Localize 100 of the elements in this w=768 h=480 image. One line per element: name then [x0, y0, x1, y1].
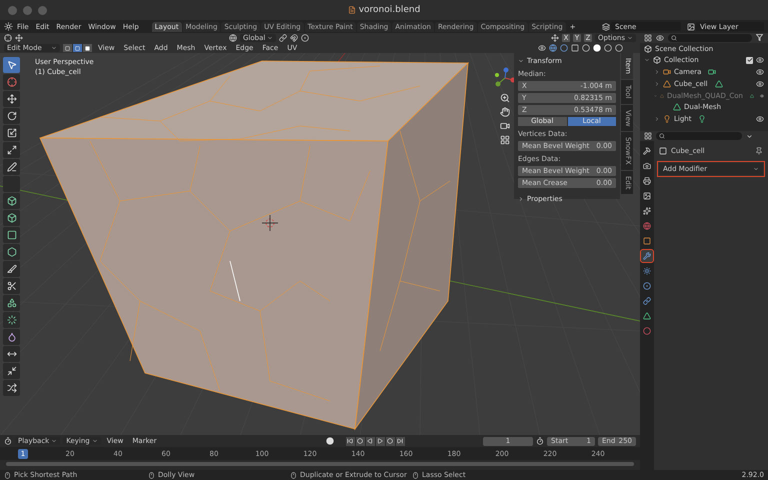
scissors-icon: [6, 281, 16, 291]
skip-back-icon: [347, 438, 354, 444]
hexagon-icon: [6, 247, 16, 257]
caret-icon: [92, 438, 98, 444]
previous-keyframe-button[interactable]: [356, 436, 365, 446]
document-icon: [348, 6, 356, 14]
caret-icon: [51, 438, 58, 444]
mesh-data-icon: [750, 92, 754, 100]
pointer-icon: [6, 60, 16, 70]
select-mode-button[interactable]: [63, 44, 72, 52]
display-mode-icon: [656, 34, 664, 42]
properties-tab[interactable]: [641, 190, 653, 202]
magnet-icon: [290, 34, 298, 42]
collection-icon: [653, 56, 661, 64]
properties-tab[interactable]: [641, 175, 653, 187]
transform-icon: [6, 145, 16, 155]
shapes-icon: [6, 298, 16, 308]
globe-icon: [643, 222, 651, 230]
material-shading-icon: [604, 44, 612, 52]
eye-icon[interactable]: [756, 80, 764, 88]
stopwatch-icon: [536, 437, 544, 445]
caret-icon: [51, 45, 57, 51]
hand-icon[interactable]: [500, 107, 510, 117]
keyframe-icon: [387, 438, 394, 444]
face-select-icon: [85, 46, 90, 50]
window-title: voronoi.blend: [358, 5, 420, 15]
mouse-icon: [290, 472, 297, 478]
play-button[interactable]: [376, 436, 385, 446]
search-icon: [659, 133, 665, 139]
properties-tab[interactable]: [641, 310, 653, 322]
pen-icon: [6, 162, 16, 172]
light-data-icon: [698, 115, 706, 124]
slide-icon: [6, 349, 16, 359]
vertex-select-icon: [65, 46, 70, 50]
solid-shading-icon: [593, 44, 601, 52]
editor-type-icon: [644, 34, 652, 42]
sphere-icon: [643, 327, 651, 335]
camera-icon[interactable]: [500, 121, 510, 131]
shrink-icon: [6, 366, 16, 376]
printer-icon: [643, 177, 651, 185]
play-reverse-button[interactable]: [366, 436, 375, 446]
caret-icon: [753, 166, 759, 172]
search-field[interactable]: [656, 132, 742, 140]
sparkles-icon: [643, 207, 651, 215]
cursor-icon: [6, 77, 16, 87]
wrench-icon: [643, 252, 651, 260]
next-keyframe-button[interactable]: [386, 436, 395, 446]
orientation-icon: [229, 34, 237, 42]
mouse-icon: [148, 472, 155, 478]
properties-tab[interactable]: [641, 295, 653, 307]
eye-icon[interactable]: [756, 56, 764, 64]
scale-icon: [6, 128, 16, 138]
camera-icon: [643, 162, 651, 170]
visibility-icon: [538, 44, 546, 52]
mouse-icon: [412, 472, 419, 478]
square-icon: [6, 230, 16, 240]
record-icon: [326, 437, 334, 445]
shear-icon: [6, 383, 16, 393]
properties-tab[interactable]: [641, 160, 653, 172]
scrollbar[interactable]: [6, 462, 634, 466]
properties-tab[interactable]: [641, 280, 653, 292]
grid-icon[interactable]: [500, 135, 510, 145]
properties-tab[interactable]: [641, 205, 653, 217]
rendered-shading-icon: [615, 44, 623, 52]
properties-tab[interactable]: [641, 265, 653, 277]
particles-icon: [643, 267, 651, 275]
properties-tab[interactable]: [641, 250, 653, 262]
properties-tab[interactable]: [641, 145, 653, 157]
xray-icon: [571, 44, 579, 52]
caret-icon: [627, 35, 633, 41]
pin-icon: [755, 147, 763, 155]
mesh-data-icon: [714, 80, 723, 88]
search-field[interactable]: [668, 34, 752, 42]
properties-tab[interactable]: [641, 235, 653, 247]
select-mode-button[interactable]: [83, 44, 92, 52]
skip-forward-icon: [397, 438, 404, 444]
view-layer-icon: [687, 22, 695, 30]
editor-type-icon: [4, 437, 12, 445]
hammer-icon: [643, 147, 651, 155]
edge-select-icon: [75, 46, 80, 50]
object-icon: [659, 147, 667, 155]
link-icon: [643, 297, 651, 305]
eye-icon[interactable]: [756, 115, 764, 124]
dropdown-icon[interactable]: [746, 132, 753, 140]
editor-type-icon: [644, 132, 652, 140]
cube-icon: [6, 196, 16, 206]
jump-end-button[interactable]: [396, 436, 405, 446]
scene-icon: [602, 22, 610, 30]
zoom-icon[interactable]: [500, 93, 510, 103]
spin-icon: [6, 315, 16, 325]
play-icon: [377, 438, 384, 444]
jump-start-button[interactable]: [346, 436, 355, 446]
slice-icon: [6, 264, 16, 274]
eye-icon[interactable]: [756, 68, 764, 76]
checkbox[interactable]: [746, 56, 753, 64]
axis-gizmo-icon: [494, 67, 516, 89]
wireframe-shading-icon: [582, 44, 590, 52]
move-icon: [6, 94, 16, 104]
triangle-icon: [643, 312, 651, 320]
square-icon: [643, 237, 651, 245]
